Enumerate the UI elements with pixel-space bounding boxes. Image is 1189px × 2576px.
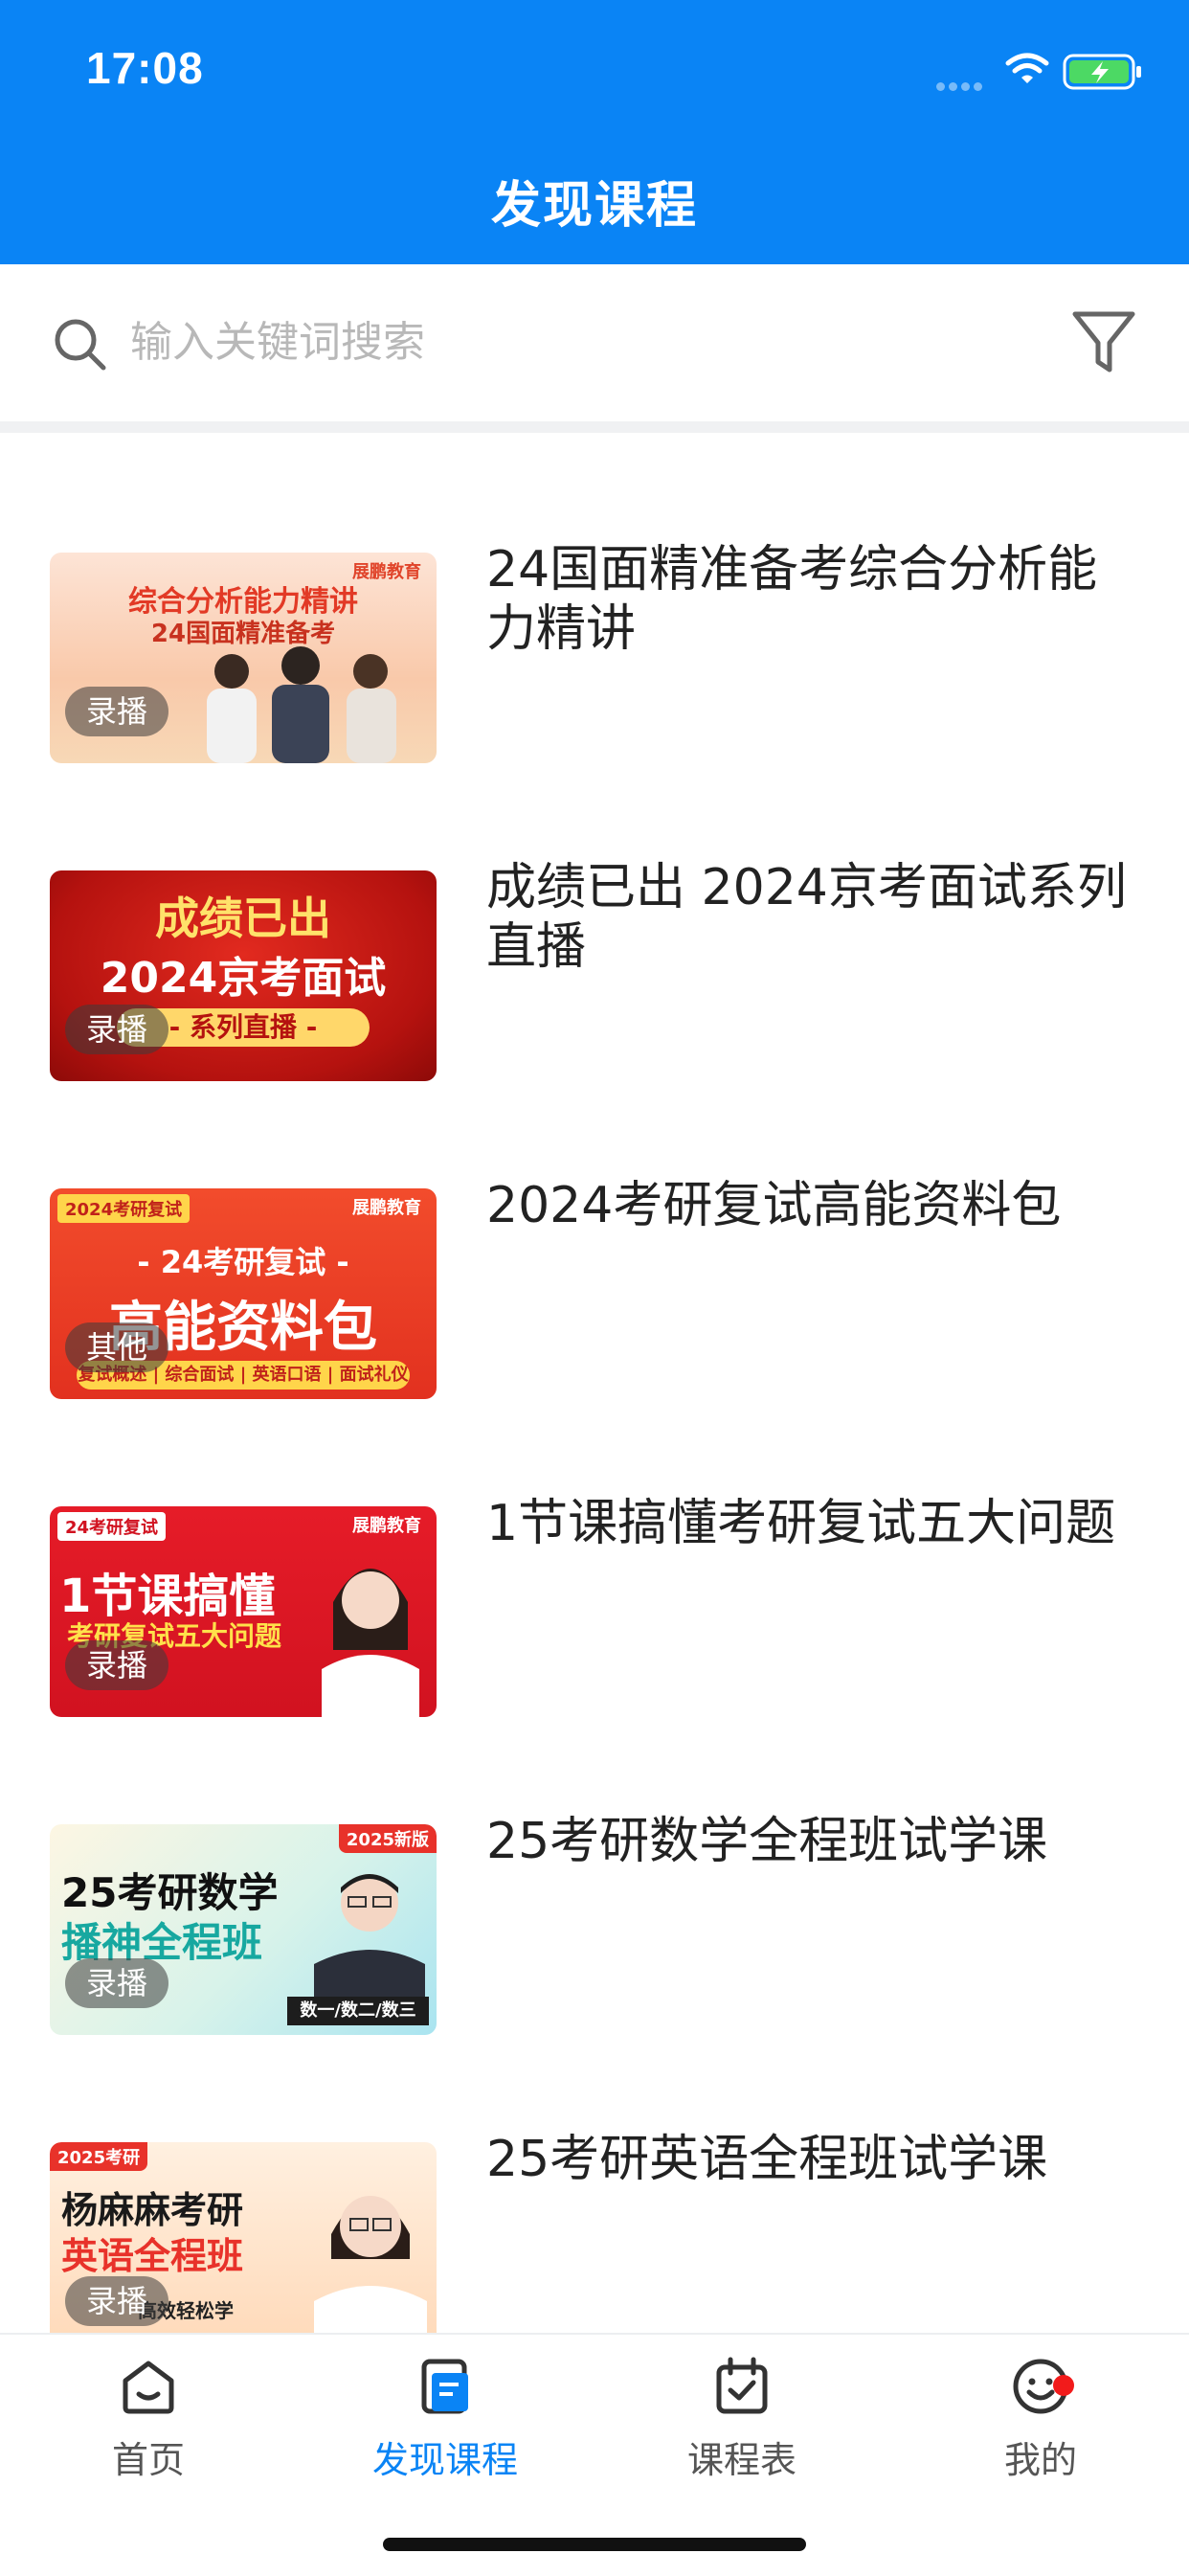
course-title: 成绩已出 2024京考面试系列直播	[486, 859, 1127, 976]
course-type-tag: 录播	[65, 1958, 169, 2008]
corner-label: 2025新版	[338, 1824, 437, 1853]
search-bar	[0, 264, 1189, 421]
course-item[interactable]: 2024考研复试 展鹏教育 - 24考研复试 - 高能资料包 复试概述 | 综合…	[0, 1069, 1189, 1399]
corner-label: 24考研复试	[57, 1512, 167, 1541]
corner-label: 2025考研	[50, 2142, 148, 2171]
search-icon	[55, 319, 106, 371]
course-item[interactable]: 成绩已出 2024京考面试 - 系列直播 - 录播 成绩已出 2024京考面试系…	[0, 751, 1189, 1081]
course-type-tag: 其他	[65, 1322, 169, 1372]
thumbnail-caption: 数一/数二/数三	[287, 1997, 429, 2025]
course-item[interactable]: 24考研复试 展鹏教育 1节课搞懂 考研复试五大问题 录播 1节课搞懂考研复试五…	[0, 1387, 1189, 1717]
status-time: 17:08	[86, 43, 204, 93]
teacher-illustration	[314, 2196, 427, 2333]
course-item[interactable]: 2025考研 杨麻麻考研 英语全程班 高效轻松学 录播 25考研英语全程班试学课	[0, 2022, 1189, 2333]
teachers-illustration	[207, 646, 396, 763]
course-thumbnail: 2025新版 25考研数学 播神全程班 数一/数二/数三 录播	[50, 1824, 437, 2035]
brand-logo: 展鹏教育	[352, 1516, 421, 1536]
wifi-icon	[1005, 53, 1049, 83]
page-title: 发现课程	[490, 177, 698, 235]
course-title: 1节课搞懂考研复试五大问题	[486, 1495, 1116, 1552]
notification-badge	[1053, 2375, 1074, 2396]
course-title: 24国面精准备考综合分析能力精讲	[486, 541, 1098, 658]
tab-label: 我的	[1003, 2439, 1077, 2481]
tab-profile[interactable]: 我的	[892, 2356, 1189, 2483]
course-thumbnail: 成绩已出 2024京考面试 - 系列直播 - 录播	[50, 870, 437, 1081]
teacher-illustration	[314, 1874, 425, 2008]
home-indicator	[383, 2538, 806, 2551]
course-type-tag: 录播	[65, 1640, 169, 1690]
tab-home[interactable]: 首页	[0, 2356, 297, 2483]
thumbnail-subline: 英语全程班	[61, 2235, 244, 2277]
header: 17:08 发现课程	[0, 0, 1189, 264]
course-thumbnail: 展鹏教育 综合分析能力精讲 24国面精准备考 录播	[50, 553, 437, 763]
calendar-icon	[716, 2357, 768, 2414]
home-icon	[123, 2361, 174, 2414]
course-thumbnail: 2025考研 杨麻麻考研 英语全程班 高效轻松学 录播	[50, 2142, 437, 2333]
course-item[interactable]: 展鹏教育 综合分析能力精讲 24国面精准备考 录播 24国面精准备考综合分析能力…	[0, 433, 1189, 763]
course-type-tag: 录播	[65, 687, 169, 736]
tab-bar: 首页 发现课程 课程表 我的	[0, 2333, 1189, 2576]
brand-logo: 展鹏教育	[352, 1198, 421, 1218]
divider	[0, 421, 1189, 433]
tab-label: 首页	[111, 2439, 185, 2481]
filter-icon[interactable]	[1070, 306, 1137, 377]
thumbnail-headline: 杨麻麻考研	[61, 2189, 244, 2231]
course-item[interactable]: 2025新版 25考研数学 播神全程班 数一/数二/数三 录播 25考研数学全程…	[0, 1705, 1189, 2035]
teacher-illustration	[322, 1569, 419, 1717]
tab-schedule[interactable]: 课程表	[594, 2356, 890, 2483]
course-thumbnail: 24考研复试 展鹏教育 1节课搞懂 考研复试五大问题 录播	[50, 1506, 437, 1717]
tab-discover[interactable]: 发现课程	[297, 2356, 594, 2483]
tab-label: 发现课程	[371, 2439, 518, 2481]
thumbnail-headline: - 24考研复试 -	[137, 1244, 349, 1280]
course-title: 25考研英语全程班试学课	[486, 2131, 1048, 2188]
course-type-tag: 录播	[65, 1005, 169, 1054]
cellular-signal-icon	[936, 77, 992, 91]
course-list: 展鹏教育 综合分析能力精讲 24国面精准备考 录播 24国面精准备考综合分析能力…	[0, 433, 1189, 2333]
course-type-tag: 录播	[65, 2276, 169, 2326]
course-thumbnail: 2024考研复试 展鹏教育 - 24考研复试 - 高能资料包 复试概述 | 综合…	[50, 1188, 437, 1399]
battery-icon	[1063, 54, 1141, 90]
discover-icon	[421, 2359, 468, 2414]
course-title: 25考研数学全程班试学课	[486, 1813, 1048, 1870]
thumbnail-headline: 成绩已出	[155, 893, 331, 944]
search-input[interactable]	[128, 303, 994, 381]
corner-label: 2024考研复试	[57, 1194, 191, 1223]
tab-label: 课程表	[686, 2439, 796, 2481]
thumbnail-subline: 2024京考面试	[100, 954, 387, 1003]
course-title: 2024考研复试高能资料包	[486, 1177, 1062, 1234]
